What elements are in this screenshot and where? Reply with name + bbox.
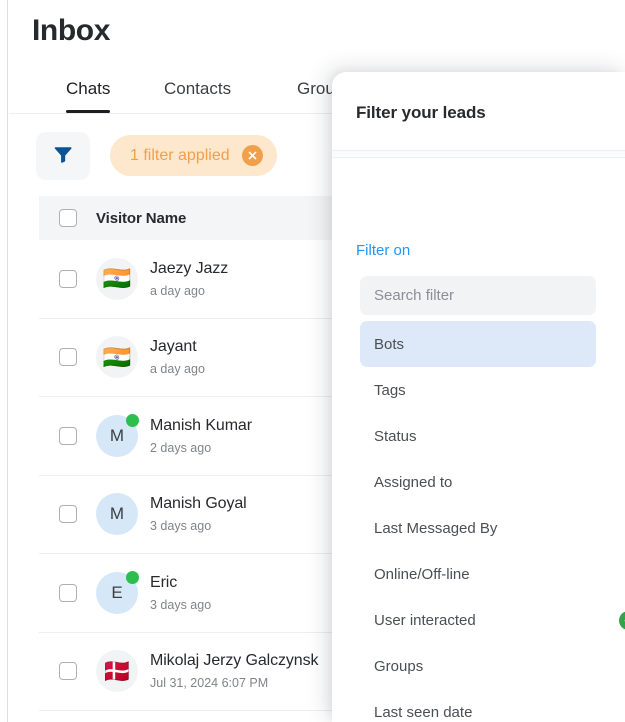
visitor-timestamp: 3 days ago (150, 519, 212, 534)
avatar: E (96, 570, 139, 614)
row-text-block: Manish Goyal 3 days ago (150, 495, 247, 533)
select-all-cell (39, 209, 96, 227)
filter-option-groups[interactable]: Groups (360, 643, 596, 689)
filter-option-label: User interacted (374, 611, 476, 629)
avatar-flag-icon: 🇮🇳 (96, 336, 138, 379)
applied-filter-chip[interactable]: 1 filter applied (110, 135, 277, 176)
row-checkbox-cell (39, 348, 96, 367)
visitor-timestamp: Jul 31, 2024 6:07 PM (150, 676, 269, 691)
filter-option-status[interactable]: Status (360, 413, 596, 459)
visitor-name: Jayant (150, 338, 197, 356)
filter-funnel-button[interactable] (36, 132, 90, 180)
tab-groups[interactable]: Grou (297, 74, 335, 113)
filter-option-tags[interactable]: Tags (360, 367, 596, 413)
filter-option-label: Tags (374, 381, 406, 399)
row-checkbox-cell (39, 269, 96, 288)
filter-option-label: Last seen date (374, 703, 473, 721)
avatar-flag-icon: 🇩🇰 (96, 650, 138, 693)
row-text-block: Manish Kumar 2 days ago (150, 417, 252, 455)
avatar: 🇮🇳 (96, 336, 138, 379)
check-circle-icon (619, 610, 625, 630)
app-root: Inbox Chats Contacts Grou 1 filter appli… (0, 0, 625, 722)
visitor-timestamp: a day ago (150, 283, 205, 298)
visitor-timestamp: a day ago (150, 362, 205, 377)
select-all-checkbox[interactable] (58, 209, 77, 227)
search-filter-placeholder: Search filter (374, 287, 455, 304)
panel-divider (332, 150, 625, 158)
filter-option-bots[interactable]: Bots (360, 321, 596, 367)
row-checkbox[interactable] (58, 662, 77, 681)
visitor-name: Manish Goyal (150, 495, 247, 513)
filter-on-label: Filter on (356, 242, 411, 259)
row-text-block: Mikolaj Jerzy Galczynsk Jul 31, 2024 6:07… (150, 652, 319, 691)
visitor-timestamp: 2 days ago (150, 440, 212, 455)
visitor-name: Jaezy Jazz (150, 259, 229, 277)
filter-panel-title: Filter your leads (356, 103, 486, 122)
visitor-timestamp: 3 days ago (150, 597, 212, 612)
filter-panel: Filter your leads Filter on Search filte… (332, 72, 625, 722)
filter-option-label: Assigned to (374, 473, 453, 491)
row-checkbox[interactable] (58, 505, 77, 524)
tab-contacts[interactable]: Contacts (164, 74, 231, 113)
left-rail-divider (0, 0, 8, 722)
filter-option-label: Groups (374, 657, 424, 675)
row-checkbox[interactable] (58, 348, 77, 367)
filter-option-assigned-to[interactable]: Assigned to (360, 459, 596, 505)
search-filter-input[interactable]: Search filter (360, 276, 596, 315)
column-header-visitor-name: Visitor Name (96, 209, 187, 227)
avatar-initial: M (96, 493, 138, 536)
close-circle-icon[interactable] (241, 145, 263, 166)
visitor-name: Mikolaj Jerzy Galczynsk (150, 652, 319, 670)
visitor-name: Manish Kumar (150, 416, 252, 434)
avatar: 🇮🇳 (96, 257, 138, 300)
row-text-block: Eric 3 days ago (150, 574, 211, 612)
funnel-icon (52, 143, 74, 170)
filter-option-label: Bots (374, 335, 405, 353)
online-status-dot (126, 570, 139, 584)
filter-option-online-off-line[interactable]: Online/Off-line (360, 551, 596, 597)
avatar: M (96, 413, 139, 457)
filter-option-last-seen-date[interactable]: Last seen date (360, 689, 596, 722)
row-checkbox[interactable] (58, 269, 77, 288)
filter-option-label: Status (374, 427, 417, 445)
page-title: Inbox (32, 14, 110, 47)
applied-filter-chip-label: 1 filter applied (130, 146, 230, 164)
visitor-name: Eric (150, 573, 178, 591)
row-checkbox[interactable] (58, 426, 77, 445)
avatar: M (96, 493, 138, 536)
online-status-dot (126, 413, 139, 427)
filter-option-label: Online/Off-line (374, 565, 470, 583)
row-checkbox-cell (39, 662, 96, 681)
row-checkbox-cell (39, 583, 96, 602)
avatar-flag-icon: 🇮🇳 (96, 257, 138, 300)
filter-option-label: Last Messaged By (374, 519, 498, 537)
row-text-block: Jaezy Jazz a day ago (150, 260, 228, 298)
filter-option-list: Bots Tags Status Assigned to Last Messaged B… (360, 321, 625, 722)
row-checkbox-cell (39, 505, 96, 524)
row-text-block: Jayant a day ago (150, 338, 205, 376)
tab-chats[interactable]: Chats (66, 74, 111, 113)
avatar: 🇩🇰 (96, 650, 138, 693)
row-checkbox[interactable] (58, 583, 77, 602)
filter-option-last-messaged-by[interactable]: Last Messaged By (360, 505, 596, 551)
filter-option-user-interacted[interactable]: User interacted (360, 597, 625, 643)
row-checkbox-cell (39, 426, 96, 445)
